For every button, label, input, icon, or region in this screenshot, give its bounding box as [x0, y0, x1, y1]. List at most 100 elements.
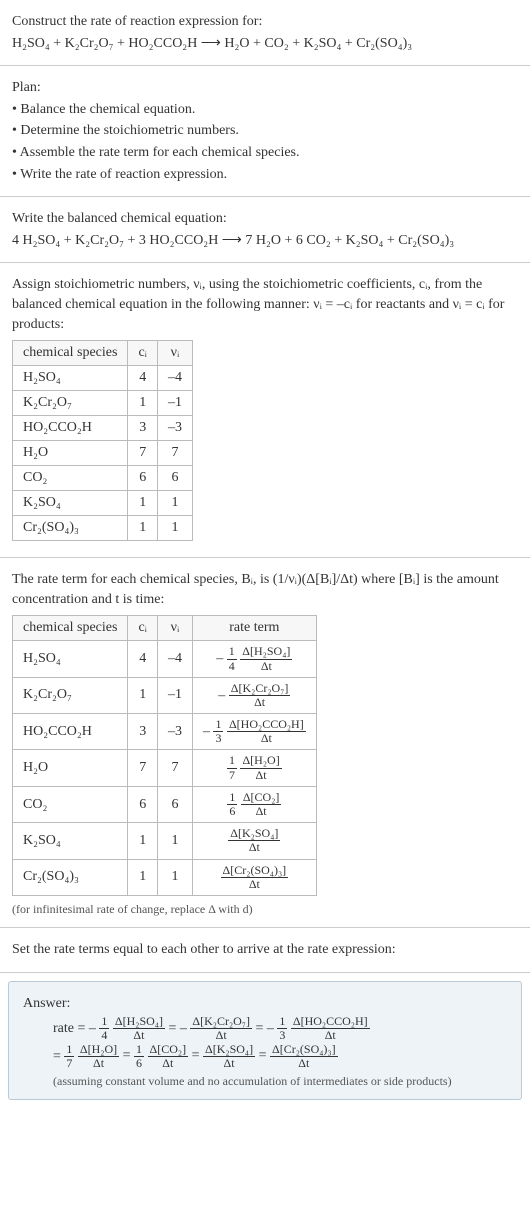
stoich-intro: Assign stoichiometric numbers, νᵢ, using… [12, 275, 518, 334]
rateterm-intro: The rate term for each chemical species,… [12, 570, 518, 609]
cell-v: 6 [157, 786, 192, 822]
table-header-row: chemical species cᵢ νᵢ [13, 341, 193, 366]
col-species: chemical species [13, 616, 128, 641]
cell-v: 1 [157, 516, 192, 541]
balanced-section: Write the balanced chemical equation: 4 … [0, 197, 530, 263]
cell-v: –3 [157, 416, 192, 441]
cell-rate-term: – Δ[K₂Cr₂O₇]Δt [192, 677, 316, 713]
cell-c: 1 [128, 859, 158, 895]
plan-section: Plan: • Balance the chemical equation. •… [0, 66, 530, 197]
cell-rate-term: – 14 Δ[H₂SO₄]Δt [192, 641, 316, 677]
cell-c: 6 [128, 466, 158, 491]
rate-prefix: rate = [53, 1021, 85, 1036]
table-row: Cr₂(SO₄)₃11 [13, 516, 193, 541]
cell-species: K₂Cr₂O₇ [13, 391, 128, 416]
cell-species: H₂SO₄ [13, 641, 128, 677]
table-row: K₂Cr₂O₇1–1– Δ[K₂Cr₂O₇]Δt [13, 677, 317, 713]
table-row: K₂Cr₂O₇1–1 [13, 391, 193, 416]
cell-species: H₂O [13, 441, 128, 466]
cell-c: 7 [128, 441, 158, 466]
table-row: HO₂CCO₂H3–3 [13, 416, 193, 441]
table-row: K₂SO₄11Δ[K₂SO₄]Δt [13, 823, 317, 859]
cell-c: 1 [128, 823, 158, 859]
cell-c: 6 [128, 786, 158, 822]
cell-species: HO₂CCO₂H [13, 714, 128, 750]
cell-c: 1 [128, 516, 158, 541]
cell-rate-term: Δ[Cr₂(SO₄)₃]Δt [192, 859, 316, 895]
cell-v: –1 [157, 391, 192, 416]
cell-v: 1 [157, 491, 192, 516]
cell-species: K₂SO₄ [13, 491, 128, 516]
table-row: H₂O77 [13, 441, 193, 466]
cell-species: H₂SO₄ [13, 366, 128, 391]
cell-species: Cr₂(SO₄)₃ [13, 859, 128, 895]
plan-title: Plan: [12, 78, 518, 98]
eq-sign: = [53, 1048, 61, 1063]
plan-item: • Determine the stoichiometric numbers. [12, 121, 518, 141]
cell-species: Cr₂(SO₄)₃ [13, 516, 128, 541]
rateterm-note: (for infinitesimal rate of change, repla… [12, 902, 518, 917]
answer-expression: rate = – 14 Δ[H₂SO₄]Δt = – Δ[K₂Cr₂O₇]Δt … [23, 1015, 507, 1042]
cell-c: 1 [128, 677, 158, 713]
table-row: CO₂6616 Δ[CO₂]Δt [13, 786, 317, 822]
answer-note: (assuming constant volume and no accumul… [23, 1074, 507, 1089]
cell-v: 1 [157, 823, 192, 859]
rateterm-section: The rate term for each chemical species,… [0, 558, 530, 928]
col-c: cᵢ [128, 341, 158, 366]
stoich-section: Assign stoichiometric numbers, νᵢ, using… [0, 263, 530, 558]
cell-rate-term: – 13 Δ[HO₂CCO₂H]Δt [192, 714, 316, 750]
cell-v: 7 [157, 750, 192, 786]
cell-species: CO₂ [13, 786, 128, 822]
cell-c: 4 [128, 366, 158, 391]
final-title: Set the rate terms equal to each other t… [12, 940, 518, 960]
table-row: H₂SO₄4–4 [13, 366, 193, 391]
col-rate: rate term [192, 616, 316, 641]
cell-c: 7 [128, 750, 158, 786]
cell-rate-term: 17 Δ[H₂O]Δt [192, 750, 316, 786]
cell-species: K₂SO₄ [13, 823, 128, 859]
cell-c: 4 [128, 641, 158, 677]
cell-v: 6 [157, 466, 192, 491]
cell-c: 1 [128, 491, 158, 516]
col-c: cᵢ [128, 616, 158, 641]
cell-c: 1 [128, 391, 158, 416]
cell-rate-term: Δ[K₂SO₄]Δt [192, 823, 316, 859]
table-row: H₂O7717 Δ[H₂O]Δt [13, 750, 317, 786]
answer-expression-line2: = 17 Δ[H₂O]Δt = 16 Δ[CO₂]Δt = Δ[K₂SO₄]Δt… [23, 1043, 507, 1070]
table-row: CO₂66 [13, 466, 193, 491]
plan-item: • Assemble the rate term for each chemic… [12, 143, 518, 163]
table-row: H₂SO₄4–4– 14 Δ[H₂SO₄]Δt [13, 641, 317, 677]
stoich-table: chemical species cᵢ νᵢ H₂SO₄4–4K₂Cr₂O₇1–… [12, 340, 193, 541]
cell-v: –1 [157, 677, 192, 713]
cell-species: HO₂CCO₂H [13, 416, 128, 441]
table-row: Cr₂(SO₄)₃11Δ[Cr₂(SO₄)₃]Δt [13, 859, 317, 895]
header-section: Construct the rate of reaction expressio… [0, 0, 530, 66]
cell-species: K₂Cr₂O₇ [13, 677, 128, 713]
col-v: νᵢ [157, 616, 192, 641]
answer-box: Answer: rate = – 14 Δ[H₂SO₄]Δt = – Δ[K₂C… [8, 981, 522, 1100]
cell-c: 3 [128, 416, 158, 441]
cell-rate-term: 16 Δ[CO₂]Δt [192, 786, 316, 822]
balanced-title: Write the balanced chemical equation: [12, 209, 518, 229]
col-species: chemical species [13, 341, 128, 366]
cell-v: –4 [157, 366, 192, 391]
table-row: K₂SO₄11 [13, 491, 193, 516]
table-row: HO₂CCO₂H3–3– 13 Δ[HO₂CCO₂H]Δt [13, 714, 317, 750]
plan-item: • Write the rate of reaction expression. [12, 165, 518, 185]
cell-v: 7 [157, 441, 192, 466]
plan-item: • Balance the chemical equation. [12, 100, 518, 120]
cell-species: H₂O [13, 750, 128, 786]
cell-v: –4 [157, 641, 192, 677]
cell-species: CO₂ [13, 466, 128, 491]
answer-label: Answer: [23, 994, 507, 1014]
final-section: Set the rate terms equal to each other t… [0, 928, 530, 973]
cell-v: –3 [157, 714, 192, 750]
header-equation: H₂SO₄ + K₂Cr₂O₇ + HO₂CCO₂H ⟶ H₂O + CO₂ +… [12, 34, 518, 54]
cell-v: 1 [157, 859, 192, 895]
cell-c: 3 [128, 714, 158, 750]
balanced-equation: 4 H₂SO₄ + K₂Cr₂O₇ + 3 HO₂CCO₂H ⟶ 7 H₂O +… [12, 231, 518, 251]
rateterm-table: chemical species cᵢ νᵢ rate term H₂SO₄4–… [12, 615, 317, 896]
col-v: νᵢ [157, 341, 192, 366]
header-title: Construct the rate of reaction expressio… [12, 12, 518, 32]
table-header-row: chemical species cᵢ νᵢ rate term [13, 616, 317, 641]
